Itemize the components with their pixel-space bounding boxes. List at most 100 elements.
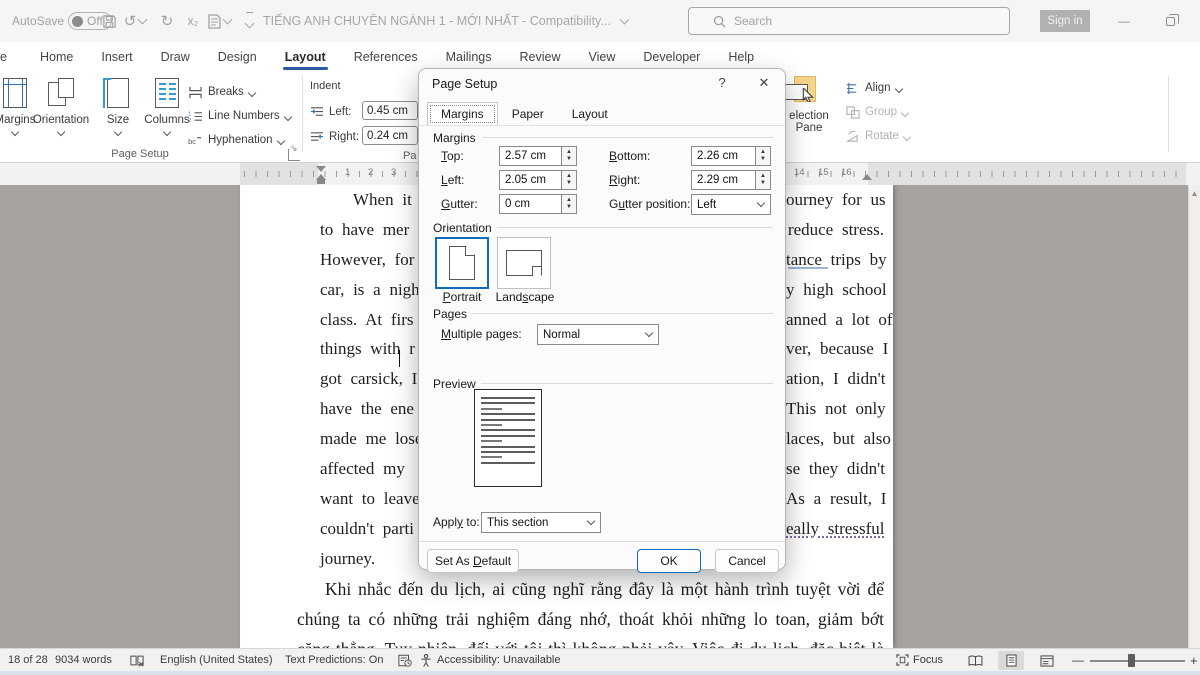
- language-indicator[interactable]: English (United States): [160, 649, 273, 671]
- page-setup-dialog: Page Setup ? ✕ MarginsPaperLayout Margin…: [418, 68, 786, 570]
- margins-section-label: Margins: [433, 131, 476, 145]
- spinner[interactable]: ▲▼: [561, 195, 576, 213]
- line-numbers-button[interactable]: 12 Line Numbers: [188, 106, 291, 126]
- spinner[interactable]: ▲▼: [561, 171, 576, 189]
- ribbon-tab[interactable]: Layout: [271, 42, 340, 72]
- ribbon-tab[interactable]: Home: [26, 42, 87, 72]
- spinner[interactable]: ▲▼: [561, 147, 576, 165]
- text-predictions[interactable]: Text Predictions: On: [285, 649, 383, 671]
- indent-right-field[interactable]: 0.24 cm: [362, 126, 418, 145]
- ribbon-tab[interactable]: References: [340, 42, 432, 72]
- apply-to-dropdown[interactable]: This section: [481, 512, 601, 533]
- ruler-number: 1: [345, 167, 350, 178]
- chevron-down-icon: [640, 333, 658, 336]
- close-icon[interactable]: ✕: [753, 75, 775, 91]
- zoom-in-button[interactable]: +: [1190, 649, 1198, 671]
- editor-time-icon[interactable]: [398, 649, 412, 671]
- focus-button[interactable]: Focus: [896, 649, 943, 671]
- help-icon[interactable]: ?: [711, 75, 733, 90]
- qat-overflow-icon[interactable]: [238, 0, 260, 42]
- word-count[interactable]: 9034 words: [55, 649, 112, 671]
- columns-button[interactable]: Columns: [140, 78, 194, 138]
- read-mode-button[interactable]: [962, 651, 988, 670]
- page-setup-group-label: Page Setup: [95, 148, 185, 160]
- cancel-button[interactable]: Cancel: [715, 549, 779, 573]
- text-cursor: [399, 350, 400, 367]
- doc-line: anned a lot of: [786, 305, 884, 335]
- vertical-scrollbar[interactable]: ▲: [1188, 185, 1200, 648]
- accessibility-status[interactable]: Accessibility: Unavailable: [437, 649, 561, 671]
- portrait-icon: [449, 246, 475, 280]
- selection-pane-button[interactable]: election Pane: [778, 110, 840, 134]
- doc-line: got carsick, I: [320, 364, 420, 394]
- breaks-button[interactable]: Breaks: [188, 82, 255, 102]
- portrait-button[interactable]: [435, 237, 489, 289]
- undo-icon[interactable]: ↺: [122, 0, 148, 42]
- set-as-default-button[interactable]: Set As Default: [427, 549, 519, 573]
- ok-button[interactable]: OK: [637, 549, 701, 573]
- ribbon-tab[interactable]: Draw: [147, 42, 204, 72]
- top-margin-field[interactable]: 2.57 cm▲▼: [499, 146, 577, 166]
- doc-line: journey.: [320, 544, 420, 574]
- subscript-icon[interactable]: x₂: [182, 0, 204, 42]
- status-bar: 18 of 28 9034 words English (United Stat…: [0, 648, 1200, 671]
- page-setup-dialog-launcher[interactable]: [288, 149, 300, 161]
- indent-left-label: Left:: [329, 106, 351, 118]
- spinner[interactable]: ▲▼: [755, 171, 770, 189]
- spinner[interactable]: ▲▼: [755, 147, 770, 165]
- preview-section-label: Preview: [433, 377, 476, 391]
- orientation-button[interactable]: Orientation: [30, 78, 92, 138]
- tab-file-partial[interactable]: e: [0, 42, 7, 72]
- bottom-margin-field[interactable]: 2.26 cm▲▼: [691, 146, 771, 166]
- sign-in-button[interactable]: Sign in: [1040, 10, 1090, 32]
- zoom-slider-track[interactable]: [1090, 660, 1185, 662]
- zoom-slider-thumb[interactable]: [1128, 654, 1135, 667]
- document-title: TIẾNG ANH CHUYÊN NGÀNH 1 - MỚI NHẤT - Co…: [263, 0, 628, 42]
- search-box[interactable]: Search: [688, 7, 1010, 35]
- dialog-tab[interactable]: Layout: [558, 102, 622, 126]
- ribbon-tab[interactable]: Insert: [87, 42, 146, 72]
- paste-icon[interactable]: [204, 0, 234, 42]
- rotate-button: Rotate: [846, 126, 910, 146]
- apply-to-label: Apply to:: [433, 515, 480, 529]
- zoom-out-button[interactable]: —: [1072, 649, 1084, 671]
- save-icon[interactable]: [96, 0, 122, 42]
- left-indent-marker[interactable]: [317, 180, 325, 184]
- title-chevron-icon[interactable]: [619, 15, 629, 25]
- gutter-position-dropdown[interactable]: Left: [691, 194, 771, 215]
- first-line-indent-marker[interactable]: [316, 166, 326, 172]
- rotate-icon: [846, 130, 860, 143]
- landscape-button[interactable]: [497, 237, 551, 289]
- ribbon-tab[interactable]: Design: [204, 42, 271, 72]
- left-margin-field[interactable]: 2.05 cm▲▼: [499, 170, 577, 190]
- ruler-number: 14: [794, 167, 805, 178]
- doc-line: Khi nhắc đến du lịch, ai cũng nghĩ rằng …: [297, 574, 884, 604]
- web-layout-button[interactable]: [1034, 651, 1060, 670]
- right-indent-marker[interactable]: [862, 174, 872, 180]
- selection-pane-icon: [782, 76, 822, 110]
- doc-line: When it: [320, 185, 420, 215]
- minimize-button[interactable]: —: [1104, 0, 1144, 42]
- align-button[interactable]: Align: [846, 78, 902, 98]
- gutter-label: Gutter:: [441, 197, 478, 211]
- indent-right-icon: [310, 131, 324, 143]
- proofing-icon[interactable]: [130, 649, 144, 671]
- ruler-number: 15: [818, 167, 829, 178]
- scroll-up-icon[interactable]: ▲: [1189, 189, 1200, 198]
- multiple-pages-dropdown[interactable]: Normal: [537, 324, 659, 345]
- focus-icon: [896, 654, 909, 666]
- restore-button[interactable]: [1150, 0, 1190, 42]
- hyphenation-button[interactable]: bc Hyphenation: [188, 130, 284, 150]
- print-layout-button[interactable]: [998, 651, 1024, 670]
- dialog-tab[interactable]: Margins: [427, 102, 498, 126]
- redo-icon[interactable]: ↻: [156, 0, 178, 42]
- align-icon: [846, 82, 860, 95]
- doc-text-vietnamese: Khi nhắc đến du lịch, ai cũng nghĩ rằng …: [297, 574, 884, 648]
- orientation-section-label: Orientation: [433, 221, 492, 235]
- page-indicator[interactable]: 18 of 28: [8, 649, 48, 671]
- right-margin-field[interactable]: 2.29 cm▲▼: [691, 170, 771, 190]
- size-button[interactable]: Size: [96, 78, 140, 138]
- gutter-field[interactable]: 0 cm▲▼: [499, 194, 577, 214]
- indent-left-field[interactable]: 0.45 cm: [362, 101, 418, 120]
- dialog-tab[interactable]: Paper: [498, 102, 558, 126]
